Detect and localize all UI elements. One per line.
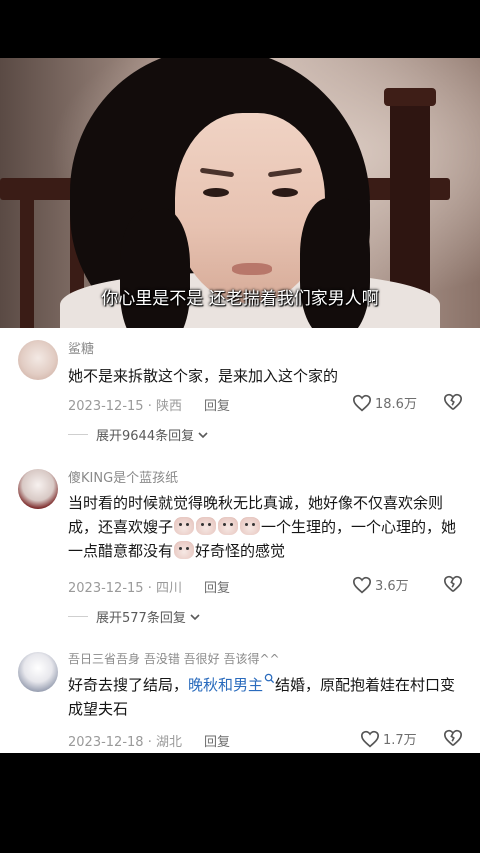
meta-separator: · — [147, 581, 152, 596]
chevron-down-icon — [198, 431, 208, 438]
heart-outline-icon — [352, 394, 372, 411]
like-count: 3.6万 — [375, 579, 409, 594]
like-button[interactable]: 3.6万 — [352, 575, 409, 594]
broken-heart-icon — [443, 729, 463, 746]
expand-divider — [68, 616, 88, 617]
comment-date: 2023-12-18 — [68, 735, 144, 750]
meta-separator: · — [147, 399, 152, 414]
comment-text: 好奇去搜了结局，晚秋和男主 结婚，原配抱着娃在村口变成望夫石 — [68, 673, 468, 721]
comment-username[interactable]: 傻KING是个蓝孩纸 — [68, 467, 178, 486]
search-icon — [264, 673, 275, 684]
video-eye — [203, 188, 229, 197]
dislike-button[interactable] — [443, 729, 463, 751]
comment-text-part: 好奇去搜了结局， — [68, 676, 189, 694]
top-letterbox — [0, 0, 480, 58]
emoji-icon — [174, 517, 195, 535]
like-count: 1.7万 — [383, 733, 417, 748]
comment-text: 当时看的时候就觉得晚秋无比真诚，她好像不仅喜欢余则成，还喜欢嫂子 一个生理的，一个… — [68, 491, 468, 563]
bottom-letterbox — [0, 753, 480, 853]
reply-button[interactable]: 回复 — [204, 395, 230, 414]
like-button[interactable]: 18.6万 — [352, 393, 417, 412]
comment-location: 湖北 — [155, 735, 182, 750]
expand-divider — [68, 434, 88, 435]
comment-location: 四川 — [155, 581, 182, 596]
video-player[interactable]: 你心里是不是 还老揣着我们家男人啊 — [0, 58, 480, 328]
video-hair-strand — [120, 208, 190, 328]
reply-button[interactable]: 回复 — [204, 577, 230, 596]
comment-meta: 2023-12-15 · 陕西 — [68, 395, 182, 414]
dislike-button[interactable] — [443, 393, 463, 415]
emoji-icon — [240, 517, 261, 535]
avatar[interactable] — [18, 469, 58, 509]
heart-outline-icon — [352, 576, 372, 593]
comment-date: 2023-12-15 — [68, 399, 144, 414]
expand-replies-label: 展开9644条回复 — [96, 429, 195, 444]
expand-replies-button[interactable]: 展开577条回复 — [68, 607, 201, 626]
emoji-icon — [218, 517, 239, 535]
comment-username[interactable]: 鲨糖 — [68, 338, 94, 357]
comment-username[interactable]: 吾日三省吾身 吾没错 吾很好 吾该得^^ — [68, 650, 280, 667]
like-count: 18.6万 — [375, 397, 417, 412]
search-keyword-link[interactable]: 晚秋和男主 — [188, 673, 275, 694]
comment-text-part: 好奇怪的感觉 — [195, 542, 286, 560]
dislike-button[interactable] — [443, 575, 463, 597]
comment-meta: 2023-12-18 · 湖北 — [68, 731, 182, 750]
avatar[interactable] — [18, 340, 58, 380]
video-bed-post-cap — [384, 88, 436, 106]
expand-replies-button[interactable]: 展开9644条回复 — [68, 425, 209, 444]
heart-outline-icon — [360, 730, 380, 747]
like-button[interactable]: 1.7万 — [360, 729, 417, 748]
emoji-icon — [196, 517, 217, 535]
comment-date: 2023-12-15 — [68, 581, 144, 596]
reply-button[interactable]: 回复 — [204, 731, 230, 750]
comment-meta: 2023-12-15 · 四川 — [68, 577, 182, 596]
video-lips — [232, 263, 272, 275]
video-subtitle: 你心里是不是 还老揣着我们家男人啊 — [101, 289, 379, 309]
broken-heart-icon — [443, 393, 463, 410]
meta-separator: · — [147, 735, 152, 750]
comment-text: 她不是来拆散这个家，是来加入这个家的 — [68, 367, 339, 385]
emoji-icon — [174, 541, 195, 559]
chevron-down-icon — [190, 613, 200, 620]
video-eye — [272, 188, 298, 197]
broken-heart-icon — [443, 575, 463, 592]
comment-list[interactable]: 鲨糖 她不是来拆散这个家，是来加入这个家的 2023-12-15 · 陕西 回复… — [0, 328, 480, 753]
comment-location: 陕西 — [155, 399, 182, 414]
avatar[interactable] — [18, 652, 58, 692]
expand-replies-label: 展开577条回复 — [96, 611, 186, 626]
search-keyword: 晚秋和男主 — [188, 676, 264, 694]
